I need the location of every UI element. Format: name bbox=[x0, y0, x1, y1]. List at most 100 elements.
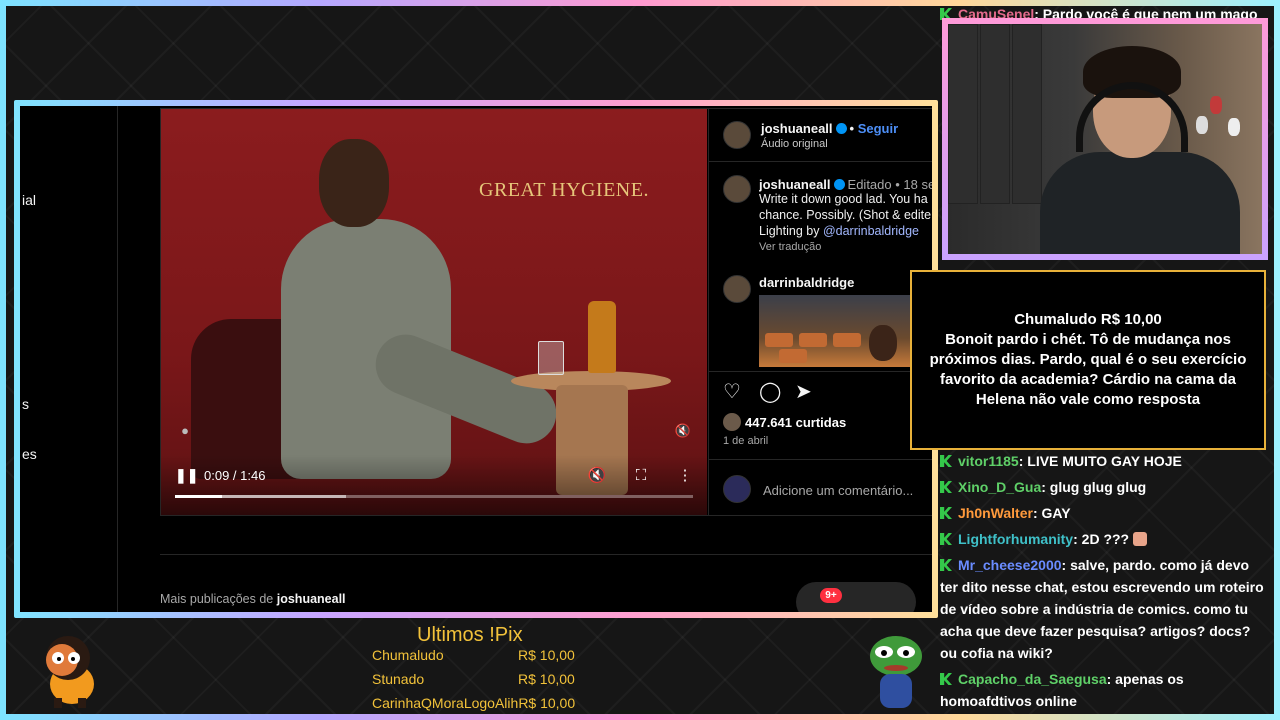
chat-username: Xino_D_Gua bbox=[958, 479, 1042, 495]
acoustic-panel bbox=[948, 24, 978, 204]
chat-message: vitor1185: LIVE MUITO GAY HOJE bbox=[940, 450, 1270, 472]
image-seat bbox=[765, 333, 793, 347]
shelf-figure bbox=[1196, 116, 1208, 134]
kick-badge-icon bbox=[940, 559, 952, 571]
pix-row: Stunado R$ 10,00 bbox=[372, 671, 582, 687]
divider bbox=[709, 371, 932, 372]
user-tag-icon[interactable]: ● bbox=[175, 421, 195, 441]
chat-username: Lightforhumanity bbox=[958, 531, 1074, 547]
image-face bbox=[869, 325, 897, 361]
pix-name: CarinhaQMoraLogoAlih bbox=[372, 695, 519, 711]
webcam-feed bbox=[948, 24, 1262, 254]
nav-item-label[interactable]: es bbox=[22, 446, 37, 462]
image-seat bbox=[779, 349, 807, 363]
caption-meta: Editado • 18 se bbox=[847, 177, 932, 192]
post-date: 1 de abril bbox=[723, 435, 769, 447]
more-posts-user[interactable]: joshuaneall bbox=[277, 592, 346, 606]
alert-title: Chumaludo R$ 10,00 bbox=[1014, 311, 1162, 328]
kick-badge-icon bbox=[940, 673, 952, 685]
comment-input[interactable]: Adicione um comentário... bbox=[763, 483, 913, 498]
caption-line-text: Lighting by bbox=[759, 224, 823, 238]
post-sidebar: joshuaneall • Seguir Áudio original joshu… bbox=[708, 109, 932, 515]
caption-header: joshuaneall Editado • 18 se bbox=[759, 177, 932, 192]
pix-name: Stunado bbox=[372, 671, 425, 687]
verified-icon bbox=[833, 179, 845, 190]
share-icon[interactable]: ➤ bbox=[795, 381, 817, 403]
acoustic-panel bbox=[1012, 24, 1042, 204]
video-mute-small-icon[interactable]: 🔇 bbox=[673, 421, 693, 441]
alert-message: Bonoit pardo i chét. Tô de mudança nos p… bbox=[929, 331, 1247, 408]
video-bottle bbox=[588, 301, 616, 373]
webcam-frame bbox=[942, 18, 1268, 260]
see-translation-link[interactable]: Ver tradução bbox=[759, 241, 821, 253]
chat-text: : glug glug glug bbox=[1041, 479, 1147, 495]
comment-image[interactable] bbox=[759, 295, 932, 367]
image-seat bbox=[833, 333, 861, 347]
chat-message: Xino_D_Gua: glug glug glug bbox=[940, 476, 1270, 498]
caption-line: Write it down good lad. You ha bbox=[759, 192, 928, 206]
chat-message: Capacho_da_Saegusa: apenas os homoafdtiv… bbox=[940, 668, 1270, 712]
heart-icon[interactable]: ♡ bbox=[723, 381, 745, 403]
video-headline: GREAT HYGIENE. bbox=[479, 179, 649, 201]
pix-amount: R$ 10,00 bbox=[518, 671, 575, 687]
mute-icon[interactable]: 🔇 bbox=[587, 467, 607, 485]
divider bbox=[160, 554, 932, 555]
kick-badge-icon bbox=[940, 481, 952, 493]
mascot-character-icon bbox=[46, 636, 94, 708]
pix-title: Ultimos !Pix bbox=[417, 624, 523, 646]
caption-avatar[interactable] bbox=[723, 175, 751, 203]
follow-button[interactable]: Seguir bbox=[858, 121, 898, 136]
pix-row: CarinhaQMoraLogoAlihR$ 10,00 bbox=[372, 695, 582, 711]
author-username[interactable]: joshuaneall bbox=[761, 121, 833, 136]
kick-badge-icon bbox=[940, 507, 952, 519]
more-posts-prefix: Mais publicações de bbox=[160, 592, 274, 606]
notification-badge: 9+ bbox=[820, 588, 842, 603]
comment-icon[interactable]: ◯ bbox=[759, 381, 781, 403]
caption-mention[interactable]: @darrinbaldridge bbox=[823, 224, 919, 238]
my-avatar bbox=[723, 475, 751, 503]
shelf-figure bbox=[1210, 96, 1222, 114]
streamer-body bbox=[1040, 152, 1240, 254]
video-player[interactable]: GREAT HYGIENE. ● 🔇 ❚❚ 0:09 / 1:46 🔇 ⛶ ⋮ bbox=[161, 109, 707, 515]
chat-username: vitor1185 bbox=[958, 453, 1019, 469]
verified-icon bbox=[835, 123, 847, 134]
chat-text: : LIVE MUITO GAY HOJE bbox=[1018, 453, 1182, 469]
fullscreen-icon[interactable]: ⛶ bbox=[631, 467, 651, 485]
video-progress-bar[interactable] bbox=[175, 495, 693, 498]
more-icon[interactable]: ⋮ bbox=[675, 467, 695, 485]
caption-text: Write it down good lad. You ha chance. P… bbox=[759, 191, 932, 239]
caption-line: chance. Possibly. (Shot & edite bbox=[759, 208, 932, 222]
pix-amount: R$ 10,00 bbox=[518, 695, 576, 711]
chat-message: Lightforhumanity: 2D ??? bbox=[940, 528, 1270, 550]
commenter-username[interactable]: darrinbaldridge bbox=[759, 275, 854, 290]
caption-username[interactable]: joshuaneall bbox=[759, 177, 831, 192]
audio-label[interactable]: Áudio original bbox=[761, 138, 828, 150]
shelf-figure bbox=[1228, 118, 1240, 136]
video-glass bbox=[538, 341, 564, 375]
post-modal: GREAT HYGIENE. ● 🔇 ❚❚ 0:09 / 1:46 🔇 ⛶ ⋮ bbox=[160, 108, 932, 516]
pix-name: Chumaludo bbox=[372, 647, 444, 663]
pix-amount: R$ 10,00 bbox=[518, 647, 575, 663]
likes-count[interactable]: 447.641 curtidas bbox=[745, 415, 846, 430]
post-header: joshuaneall • Seguir bbox=[761, 121, 898, 136]
pix-row: Chumaludo R$ 10,00 bbox=[372, 647, 582, 663]
likes-avatar bbox=[723, 413, 741, 431]
nav-item-label[interactable]: ial bbox=[22, 192, 36, 208]
messages-button[interactable] bbox=[796, 582, 916, 612]
video-controls: ❚❚ 0:09 / 1:46 🔇 ⛶ ⋮ bbox=[161, 455, 707, 515]
chat-text: : 2D ??? bbox=[1073, 531, 1130, 547]
image-seat bbox=[799, 333, 827, 347]
chat-text: : GAY bbox=[1032, 505, 1071, 521]
author-avatar[interactable] bbox=[723, 121, 751, 149]
chat-username: Mr_cheese2000 bbox=[958, 557, 1062, 573]
screen-capture-frame: ial s es GREAT HYGIENE. ● 🔇 ❚❚ 0:09 / 1:… bbox=[14, 100, 938, 618]
nav-item-label[interactable]: s bbox=[22, 396, 29, 412]
instagram-left-nav: ial s es bbox=[20, 106, 118, 612]
pause-icon[interactable]: ❚❚ bbox=[175, 467, 198, 483]
chat-username: Capacho_da_Saegusa bbox=[958, 671, 1107, 687]
caption-line: Lighting by @darrinbaldridge bbox=[759, 223, 932, 239]
commenter-avatar[interactable] bbox=[723, 275, 751, 303]
emote-icon bbox=[1133, 532, 1147, 546]
video-man-head bbox=[319, 139, 389, 227]
divider bbox=[709, 459, 932, 460]
